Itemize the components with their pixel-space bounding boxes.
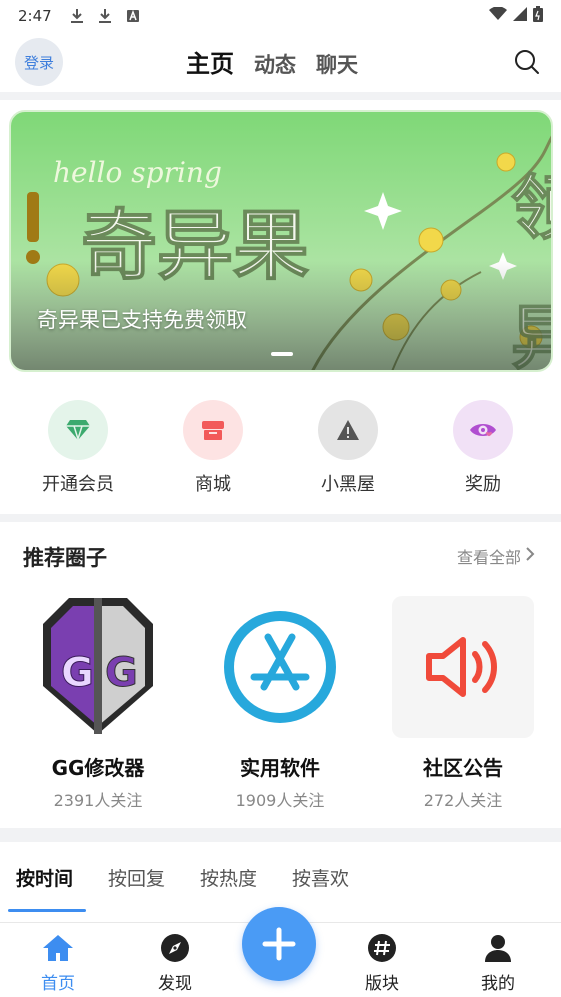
recommended-section: 推荐圈子 查看全部 G G GG修改器 2391人关注 实用软件 1909人关注…	[0, 522, 561, 828]
svg-text:G: G	[105, 650, 138, 696]
shop-icon	[183, 400, 243, 460]
search-icon[interactable]	[513, 48, 541, 76]
compass-icon	[158, 931, 192, 965]
circle-followers: 2391人关注	[53, 791, 143, 810]
nav-boards[interactable]: 版块	[342, 931, 422, 994]
wifi-icon	[489, 6, 507, 25]
quick-action-label: 奖励	[465, 474, 501, 495]
sort-tab-hot[interactable]: 按热度	[200, 864, 257, 891]
quick-action-shop[interactable]: 商城	[163, 400, 263, 496]
circle-followers: 1909人关注	[235, 791, 325, 810]
circle-name: GG修改器	[51, 756, 145, 780]
diamond-icon	[48, 400, 108, 460]
eye-heart-icon	[453, 400, 513, 460]
banner-section: 奇异果 hello spring 领 异 奇异果已支持免费领取	[0, 100, 561, 382]
tab-chat[interactable]: 聊天	[316, 49, 358, 79]
circle-card-announcement[interactable]: 社区公告 272人关注	[388, 596, 538, 811]
quick-actions: 开通会员 商城 小黑屋 奖励	[0, 382, 561, 514]
nav-label: 版块	[365, 974, 399, 994]
quick-action-blackroom[interactable]: 小黑屋	[298, 400, 398, 496]
home-icon	[41, 931, 75, 965]
hashtag-icon	[365, 931, 399, 965]
login-button[interactable]: 登录	[15, 38, 63, 86]
nav-label: 首页	[41, 974, 75, 994]
chevron-right-icon	[525, 546, 535, 566]
quick-action-label: 开通会员	[42, 474, 114, 495]
tab-feed[interactable]: 动态	[254, 49, 296, 79]
nav-profile[interactable]: 我的	[458, 931, 538, 994]
status-bar: 2:47	[0, 0, 561, 32]
app-header: 登录 主页 动态 聊天	[0, 32, 561, 92]
section-divider	[0, 92, 561, 100]
section-title: 推荐圈子	[23, 546, 107, 570]
nav-label: 我的	[481, 974, 515, 994]
sort-tab-replies[interactable]: 按回复	[108, 864, 165, 891]
user-icon	[481, 931, 515, 965]
section-divider	[0, 828, 561, 842]
view-all-label: 查看全部	[456, 548, 521, 567]
font-app-icon	[124, 7, 142, 25]
download-icon	[96, 7, 114, 25]
banner-caption: 奇异果已支持免费领取	[37, 308, 247, 332]
tab-home[interactable]: 主页	[186, 44, 234, 79]
nav-label: 发现	[158, 974, 192, 994]
download-icon	[68, 7, 86, 25]
promo-banner[interactable]: 奇异果 hello spring 领 异 奇异果已支持免费领取	[9, 110, 553, 372]
circle-name: 实用软件	[240, 756, 320, 780]
circle-card-software[interactable]: 实用软件 1909人关注	[205, 596, 355, 811]
svg-text:G: G	[61, 650, 94, 696]
quick-action-vip[interactable]: 开通会员	[28, 400, 128, 496]
top-tabs: 主页 动态 聊天	[186, 44, 358, 79]
svg-text:领: 领	[511, 166, 553, 249]
status-time: 2:47	[18, 7, 52, 25]
nav-discover[interactable]: 发现	[135, 931, 215, 994]
section-divider	[0, 514, 561, 522]
carousel-indicator[interactable]	[271, 352, 293, 356]
signal-icon	[513, 7, 527, 25]
quick-action-label: 商城	[195, 474, 231, 495]
gg-logo-icon: G G	[27, 596, 169, 738]
quick-action-label: 小黑屋	[321, 474, 375, 495]
nav-home[interactable]: 首页	[18, 931, 98, 994]
circle-followers: 272人关注	[423, 791, 503, 810]
quick-action-rewards[interactable]: 奖励	[433, 400, 533, 496]
battery-icon	[533, 6, 543, 26]
active-tab-indicator	[8, 909, 86, 912]
bottom-navigation: 首页 发现 版块 我的	[0, 907, 561, 997]
warning-icon	[318, 400, 378, 460]
speaker-icon	[392, 596, 534, 738]
circle-name: 社区公告	[423, 756, 503, 780]
sort-tab-likes[interactable]: 按喜欢	[292, 864, 349, 891]
app-store-icon	[209, 596, 351, 738]
view-all-link[interactable]: 查看全部	[457, 544, 535, 568]
circle-card-gg[interactable]: G G GG修改器 2391人关注	[23, 596, 173, 811]
banner-art-subtitle: hello spring	[53, 156, 222, 189]
sort-tab-time[interactable]: 按时间	[16, 864, 73, 891]
plus-icon	[262, 927, 296, 961]
create-post-button[interactable]	[242, 907, 316, 981]
